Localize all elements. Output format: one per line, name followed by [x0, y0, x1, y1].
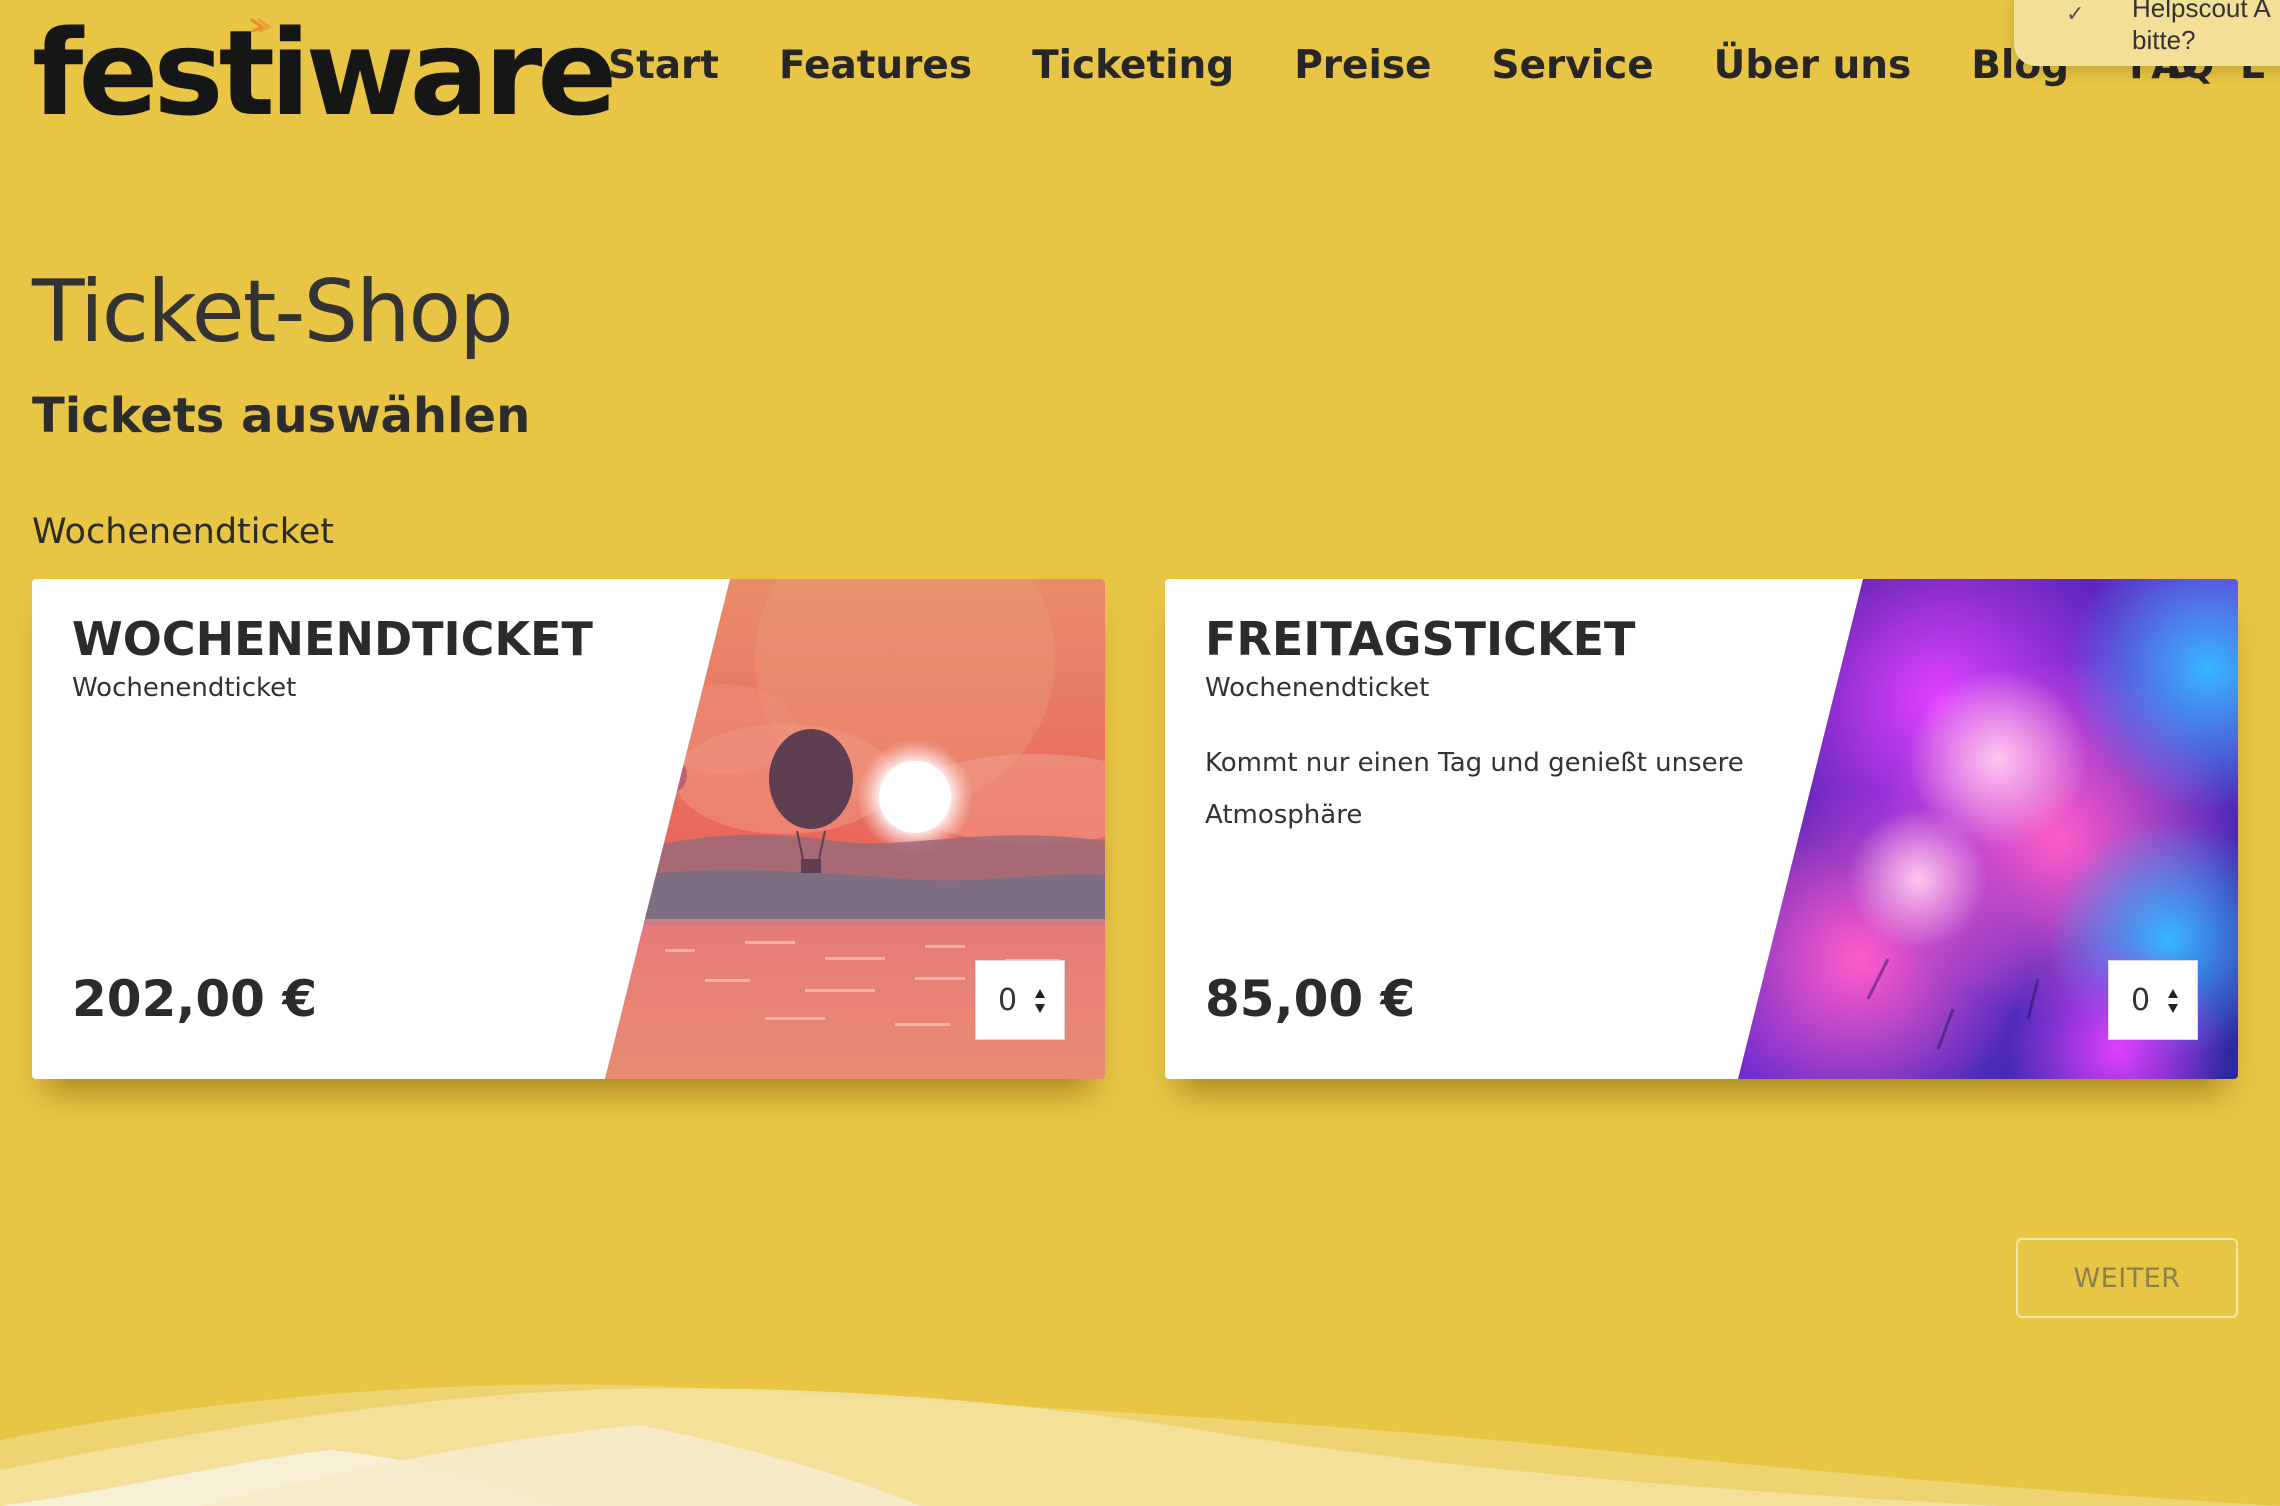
- continue-button[interactable]: WEITER: [2016, 1238, 2238, 1318]
- logo-spark-icon: [250, 18, 273, 33]
- quantity-value: 0: [2131, 982, 2151, 1018]
- ticket-description: Kommt nur einen Tag und genießt unsere A…: [1205, 748, 1744, 830]
- logo-text: festiware: [32, 4, 617, 142]
- helpscout-beacon-popup[interactable]: ✓ Helpscout A bitte?: [2014, 0, 2280, 66]
- ticket-category: Wochenendticket: [72, 673, 297, 703]
- section-subtitle: Tickets auswählen: [32, 388, 531, 444]
- quantity-select[interactable]: 0: [2108, 960, 2198, 1040]
- ticket-card: FREITAGSTICKET Wochenendticket Kommt nur…: [1165, 579, 2238, 1079]
- nav-item-ticketing[interactable]: Ticketing: [1032, 36, 1234, 96]
- nav-item-start[interactable]: Start: [608, 36, 719, 96]
- nav-item-ueber-uns[interactable]: Über uns: [1714, 36, 1912, 96]
- ticket-name: WOCHENENDTICKET: [72, 612, 593, 666]
- nav-item-features[interactable]: Features: [779, 36, 972, 96]
- helpscout-text-line1: Helpscout A: [2132, 0, 2271, 23]
- festiware-logo[interactable]: festiware: [32, 14, 617, 132]
- nav-item-service[interactable]: Service: [1492, 36, 1654, 96]
- ticket-name: FREITAGSTICKET: [1205, 612, 1636, 666]
- ticket-price: 202,00 €: [72, 970, 318, 1028]
- ticket-group-label: Wochenendticket: [32, 512, 335, 552]
- select-arrows-icon: [2168, 989, 2178, 1013]
- page-title: Ticket-Shop: [32, 262, 514, 362]
- ticket-card: WOCHENENDTICKET Wochenendticket 202,00 €…: [32, 579, 1105, 1079]
- decorative-waves: [0, 1384, 2280, 1506]
- nav-item-preise[interactable]: Preise: [1294, 36, 1431, 96]
- ticket-category: Wochenendticket: [1205, 673, 1430, 703]
- select-arrows-icon: [1035, 989, 1045, 1013]
- ticket-price: 85,00 €: [1205, 970, 1416, 1028]
- quantity-select[interactable]: 0: [975, 960, 1065, 1040]
- quantity-value: 0: [998, 982, 1018, 1018]
- helpscout-text-line2: bitte?: [2132, 25, 2196, 55]
- checkmark-icon: ✓: [2066, 1, 2085, 26]
